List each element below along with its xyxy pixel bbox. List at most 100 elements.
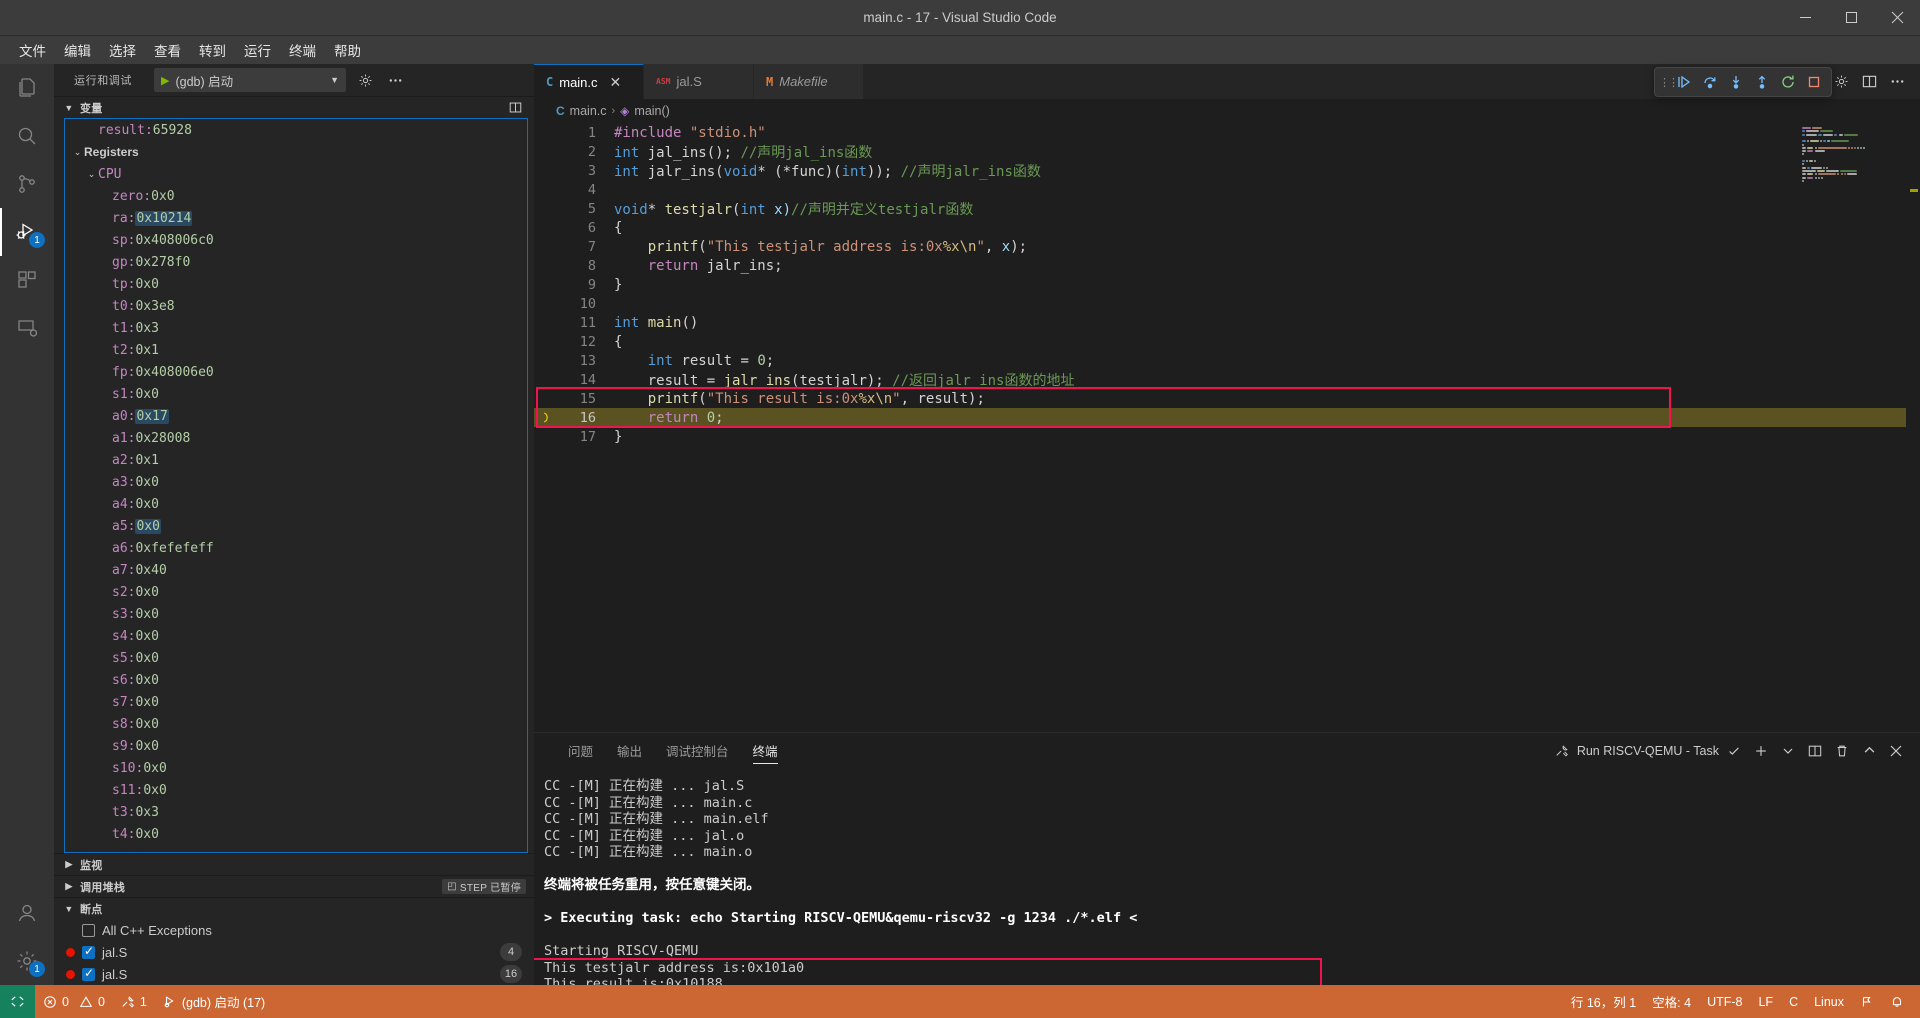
breadcrumb-symbol[interactable]: main()	[634, 104, 669, 118]
section-header-variables[interactable]: ▼ 变量	[54, 96, 534, 118]
panel-tab-2[interactable]: 调试控制台	[654, 733, 741, 768]
variable-row[interactable]: s10: 0x0	[65, 757, 527, 779]
code-line[interactable]: 9}	[534, 275, 1920, 294]
variable-row[interactable]: sp: 0x408006c0	[65, 229, 527, 251]
menu-item-6[interactable]: 终端	[280, 37, 325, 63]
menu-item-0[interactable]: 文件	[10, 37, 55, 63]
variable-row[interactable]: s3: 0x0	[65, 603, 527, 625]
debug-toolbar[interactable]: ⋮⋮	[1654, 67, 1832, 97]
breakpoint-checkbox[interactable]	[82, 946, 95, 959]
activity-item-source-control[interactable]	[0, 160, 54, 208]
editor-tab-main-c[interactable]: Cmain.c✕	[534, 64, 644, 99]
breakpoint-checkbox[interactable]	[82, 924, 95, 937]
status-cursor-position[interactable]: 行 16，列 1	[1563, 985, 1644, 1018]
terminal-output[interactable]: CC -[M] 正在构建 ... jal.SCC -[M] 正在构建 ... m…	[534, 768, 1920, 985]
variable-row[interactable]: ⌄CPU	[65, 163, 527, 185]
menu-item-1[interactable]: 编辑	[55, 37, 100, 63]
code-editor[interactable]: 1#include "stdio.h"2int jal_ins(); //声明j…	[534, 123, 1920, 732]
variable-row[interactable]: t2: 0x1	[65, 339, 527, 361]
status-platform[interactable]: Linux	[1806, 985, 1852, 1018]
code-line[interactable]: 6{	[534, 218, 1920, 237]
code-line[interactable]: 16 return 0;	[534, 408, 1920, 427]
close-icon[interactable]	[1874, 0, 1920, 36]
status-eol[interactable]: LF	[1750, 985, 1781, 1018]
activity-item-search[interactable]	[0, 112, 54, 160]
variable-row[interactable]: a3: 0x0	[65, 471, 527, 493]
variable-row[interactable]: ⌄Registers	[65, 141, 527, 163]
section-header-watch[interactable]: ▶ 监视	[54, 853, 534, 875]
menu-item-2[interactable]: 选择	[100, 37, 145, 63]
code-line[interactable]: 11int main()	[534, 313, 1920, 332]
chevron-down-icon[interactable]	[1776, 739, 1800, 763]
restart-icon[interactable]	[1775, 69, 1801, 95]
variable-row[interactable]: a4: 0x0	[65, 493, 527, 515]
continue-icon[interactable]	[1671, 69, 1697, 95]
split-terminal-icon[interactable]	[1803, 739, 1827, 763]
breakpoint-checkbox[interactable]	[82, 968, 95, 981]
variables-tree[interactable]: result: 65928⌄Registers⌄CPUzero: 0x0ra: …	[64, 118, 528, 853]
variable-row[interactable]: s5: 0x0	[65, 647, 527, 669]
menu-item-4[interactable]: 转到	[190, 37, 235, 63]
code-line[interactable]: 4	[534, 180, 1920, 199]
variable-row[interactable]: s7: 0x0	[65, 691, 527, 713]
code-line[interactable]: 15 printf("This result is:0x%x\n", resul…	[534, 389, 1920, 408]
panel-tab-0[interactable]: 问题	[556, 733, 605, 768]
variable-row[interactable]: s8: 0x0	[65, 713, 527, 735]
code-line[interactable]: 3int jalr_ins(void* (*func)(int)); //声明j…	[534, 161, 1920, 180]
status-encoding[interactable]: UTF-8	[1699, 985, 1750, 1018]
maximize-icon[interactable]	[1828, 0, 1874, 36]
step-over-icon[interactable]	[1697, 69, 1723, 95]
split-editor-icon[interactable]	[1856, 67, 1882, 97]
variable-row[interactable]: a2: 0x1	[65, 449, 527, 471]
close-icon[interactable]: ✕	[610, 75, 622, 89]
activity-item-remote-explorer[interactable]	[0, 304, 54, 352]
launch-configuration-select[interactable]: ▶ (gdb) 启动 ▼	[154, 68, 346, 92]
variable-row[interactable]: t3: 0x3	[65, 801, 527, 823]
breadcrumb[interactable]: C main.c › ◈ main()	[534, 99, 1920, 123]
minimap[interactable]	[1796, 123, 1906, 732]
variable-row[interactable]: ra: 0x10214	[65, 207, 527, 229]
panel-tab-3[interactable]: 终端	[741, 733, 790, 768]
status-indentation[interactable]: 空格: 4	[1644, 985, 1699, 1018]
variable-row[interactable]: s4: 0x0	[65, 625, 527, 647]
code-line[interactable]: 12{	[534, 332, 1920, 351]
add-terminal-icon[interactable]	[1749, 739, 1773, 763]
variable-row[interactable]: s1: 0x0	[65, 383, 527, 405]
chevron-up-icon[interactable]	[1857, 739, 1881, 763]
section-header-breakpoints[interactable]: ▼ 断点	[54, 897, 534, 919]
variable-row[interactable]: s6: 0x0	[65, 669, 527, 691]
code-line[interactable]: 7 printf("This testjalr address is:0x%x\…	[534, 237, 1920, 256]
variable-row[interactable]: s11: 0x0	[65, 779, 527, 801]
activity-item-settings[interactable]: 1	[0, 937, 54, 985]
breakpoint-row[interactable]: jal.S4	[54, 941, 534, 963]
variable-row[interactable]: t1: 0x3	[65, 317, 527, 339]
code-line[interactable]: 10	[534, 294, 1920, 313]
variable-row[interactable]: zero: 0x0	[65, 185, 527, 207]
minimize-icon[interactable]	[1782, 0, 1828, 36]
code-line[interactable]: 14 result = jalr_ins(testjalr); //返回jalr…	[534, 370, 1920, 389]
variable-row[interactable]: tp: 0x0	[65, 273, 527, 295]
variable-row[interactable]: s9: 0x0	[65, 735, 527, 757]
gear-icon[interactable]	[354, 69, 376, 91]
menu-item-3[interactable]: 查看	[145, 37, 190, 63]
activity-item-accounts[interactable]	[0, 889, 54, 937]
code-line[interactable]: 13 int result = 0;	[534, 351, 1920, 370]
drag-handle-icon[interactable]: ⋮⋮	[1659, 76, 1671, 89]
code-line[interactable]: 8 return jalr_ins;	[534, 256, 1920, 275]
code-line[interactable]: 5void* testjalr(int x)//声明并定义testjalr函数	[534, 199, 1920, 218]
remote-host-icon[interactable]	[0, 985, 35, 1018]
status-debug-session[interactable]: (gdb) 启动 (17)	[155, 985, 273, 1018]
more-actions-icon[interactable]	[384, 69, 406, 91]
variable-row[interactable]: a0: 0x17	[65, 405, 527, 427]
variable-row[interactable]: t0: 0x3e8	[65, 295, 527, 317]
split-pane-icon[interactable]	[504, 97, 526, 119]
activity-item-run-and-debug[interactable]: 1	[0, 208, 54, 256]
variable-row[interactable]: a7: 0x40	[65, 559, 527, 581]
panel-tab-1[interactable]: 输出	[605, 733, 654, 768]
variable-row[interactable]: gp: 0x278f0	[65, 251, 527, 273]
check-icon[interactable]	[1722, 739, 1746, 763]
menu-item-5[interactable]: 运行	[235, 37, 280, 63]
variable-row[interactable]: a5: 0x0	[65, 515, 527, 537]
feedback-icon[interactable]	[1852, 985, 1882, 1018]
stop-icon[interactable]	[1801, 69, 1827, 95]
